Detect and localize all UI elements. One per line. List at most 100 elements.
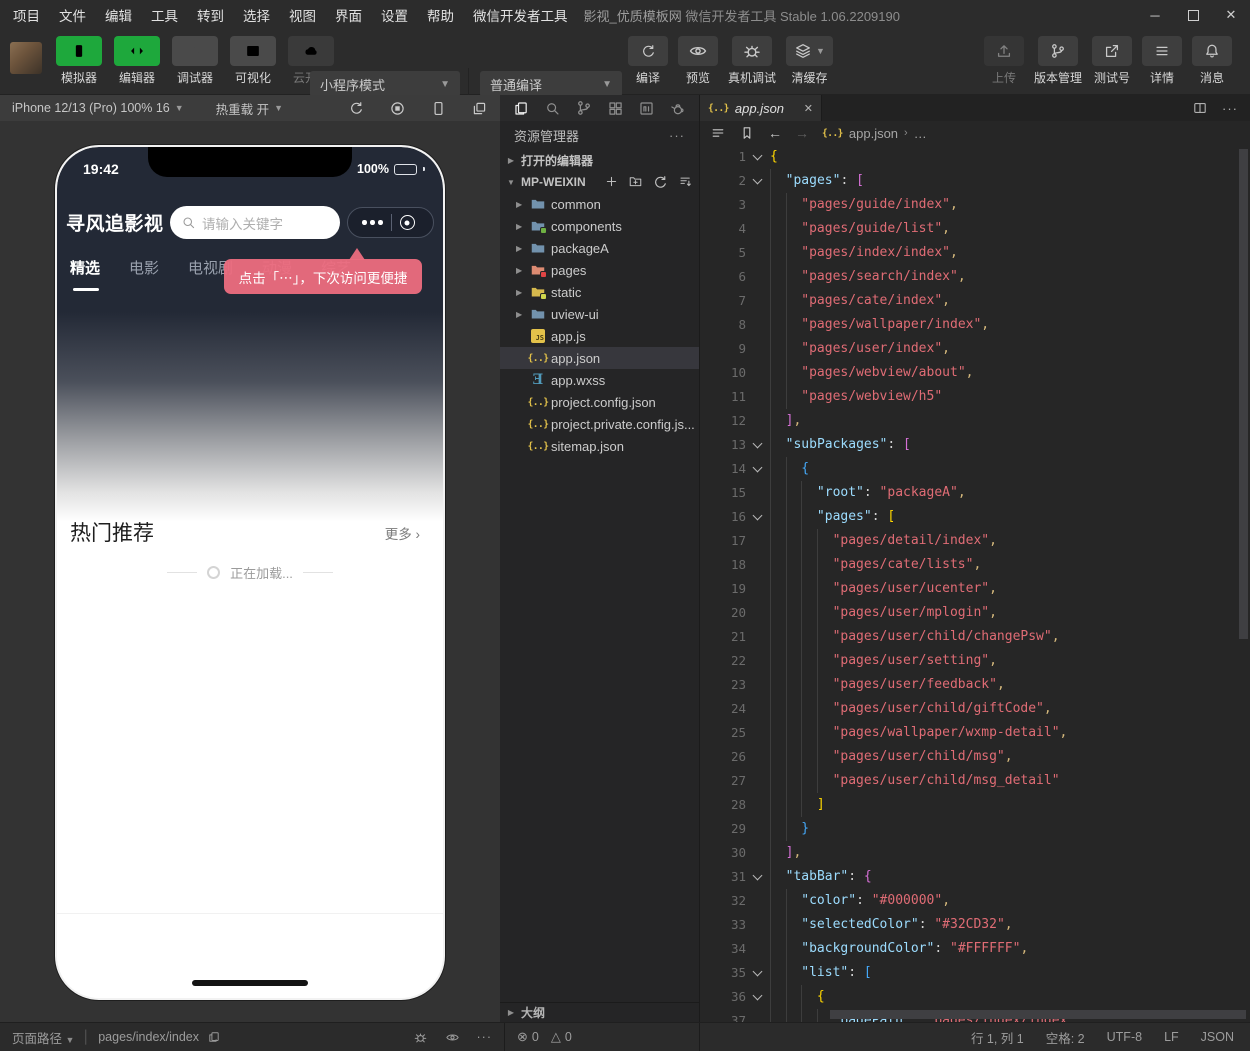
code-line-12[interactable]: 12], [700, 409, 1250, 433]
split-editor-icon[interactable] [1192, 100, 1208, 116]
more-dots-icon[interactable] [362, 220, 383, 225]
code-line-36[interactable]: 36{ [700, 985, 1250, 1009]
tree-item-project.private.config.js...[interactable]: {..}project.private.config.js... [500, 413, 699, 435]
bookmark-icon[interactable] [739, 125, 755, 141]
action-消息[interactable]: 消息 [1192, 36, 1232, 86]
code-line-17[interactable]: 17"pages/detail/index", [700, 529, 1250, 553]
menu-帮助[interactable]: 帮助 [427, 5, 454, 25]
code-line-2[interactable]: 2"pages": [ [700, 169, 1250, 193]
more-actions-icon[interactable]: ··· [669, 128, 685, 143]
action-测试号[interactable]: 测试号 [1092, 36, 1132, 86]
tree-item-project.config.json[interactable]: {..}project.config.json [500, 391, 699, 413]
breadcrumb[interactable]: {..} app.json › … [822, 126, 927, 141]
fold-chevron-icon[interactable] [746, 505, 770, 529]
exit-target-icon[interactable] [400, 215, 415, 230]
tree-item-components[interactable]: ▶components [500, 215, 699, 237]
tab-app-json[interactable]: {..} app.json ✕ [700, 95, 822, 121]
code-line-34[interactable]: 34"backgroundColor": "#FFFFFF", [700, 937, 1250, 961]
code-line-11[interactable]: 11"pages/webview/h5" [700, 385, 1250, 409]
project-root-section[interactable]: ▼ MP-WEIXIN [500, 171, 699, 193]
collapse-all-icon[interactable] [678, 174, 693, 191]
code-line-23[interactable]: 23"pages/user/feedback", [700, 673, 1250, 697]
code-area[interactable]: 1{2"pages": [3"pages/guide/index",4"page… [700, 145, 1250, 1022]
toolbar-button-可视化[interactable]: 可视化 [229, 36, 277, 86]
problems-status[interactable]: ⊗ 0 △ 0 [505, 1023, 700, 1051]
close-icon[interactable]: ✕ [804, 102, 813, 115]
action-编译[interactable]: 编译 [628, 36, 668, 86]
menu-微信开发者工具[interactable]: 微信开发者工具 [473, 5, 568, 25]
minimize-button[interactable]: ─ [1136, 0, 1174, 30]
code-line-22[interactable]: 22"pages/user/setting", [700, 649, 1250, 673]
restart-icon[interactable] [348, 100, 365, 117]
code-line-33[interactable]: 33"selectedColor": "#32CD32", [700, 913, 1250, 937]
search-icon[interactable] [544, 100, 561, 117]
phone-tab-精选[interactable]: 精选 [70, 257, 100, 278]
page-path-selector[interactable]: 页面路径 ▼ [12, 1028, 74, 1047]
menu-文件[interactable]: 文件 [59, 5, 86, 25]
code-line-3[interactable]: 3"pages/guide/index", [700, 193, 1250, 217]
toolbar-button-调试器[interactable]: 调试器 [171, 36, 219, 86]
tree-item-packageA[interactable]: ▶packageA [500, 237, 699, 259]
code-line-6[interactable]: 6"pages/search/index", [700, 265, 1250, 289]
cursor-position[interactable]: 行 1, 列 1 [971, 1028, 1024, 1047]
tree-item-pages[interactable]: ▶pages [500, 259, 699, 281]
tree-item-app.js[interactable]: JSapp.js [500, 325, 699, 347]
extensions-icon[interactable] [607, 100, 624, 117]
menu-转到[interactable]: 转到 [197, 5, 224, 25]
multi-window-icon[interactable] [471, 100, 488, 117]
fold-chevron-icon[interactable] [746, 433, 770, 457]
compile-mode-dropdown[interactable]: 普通编译 ▼ [480, 71, 622, 97]
back-arrow-icon[interactable]: ← [768, 125, 782, 141]
code-line-21[interactable]: 21"pages/user/child/changePsw", [700, 625, 1250, 649]
preview-eye-icon[interactable] [445, 1030, 460, 1045]
action-详情[interactable]: 详情 [1142, 36, 1182, 86]
code-line-15[interactable]: 15"root": "packageA", [700, 481, 1250, 505]
code-line-20[interactable]: 20"pages/user/mplogin", [700, 601, 1250, 625]
indentation-setting[interactable]: 空格: 2 [1046, 1028, 1085, 1047]
code-line-1[interactable]: 1{ [700, 145, 1250, 169]
action-版本管理[interactable]: 版本管理 [1034, 36, 1082, 86]
toolbar-button-编辑器[interactable]: 编辑器 [113, 36, 161, 86]
maximize-button[interactable] [1174, 0, 1212, 30]
code-line-30[interactable]: 30], [700, 841, 1250, 865]
copy-icon[interactable] [207, 1030, 221, 1044]
code-line-9[interactable]: 9"pages/user/index", [700, 337, 1250, 361]
more-actions-icon[interactable]: ··· [1222, 101, 1238, 116]
close-button[interactable]: ✕ [1212, 0, 1250, 30]
refresh-icon[interactable] [652, 174, 669, 191]
fold-chevron-icon[interactable] [746, 865, 770, 889]
open-editors-section[interactable]: ▶ 打开的编辑器 [500, 149, 699, 171]
code-line-32[interactable]: 32"color": "#000000", [700, 889, 1250, 913]
code-line-4[interactable]: 4"pages/guide/list", [700, 217, 1250, 241]
fold-chevron-icon[interactable] [746, 961, 770, 985]
home-indicator[interactable] [192, 980, 308, 986]
code-line-18[interactable]: 18"pages/cate/lists", [700, 553, 1250, 577]
code-line-31[interactable]: 31"tabBar": { [700, 865, 1250, 889]
mode-dropdown[interactable]: 小程序模式 ▼ [310, 71, 460, 97]
menu-工具[interactable]: 工具 [151, 5, 178, 25]
outline-section[interactable]: ▶ 大纲 [500, 1002, 699, 1022]
code-line-27[interactable]: 27"pages/user/child/msg_detail" [700, 769, 1250, 793]
code-line-28[interactable]: 28] [700, 793, 1250, 817]
code-line-35[interactable]: 35"list": [ [700, 961, 1250, 985]
list-icon[interactable] [710, 125, 726, 141]
encoding-setting[interactable]: UTF-8 [1107, 1030, 1142, 1044]
hot-reload-toggle[interactable]: 热重载 开 ▼ [216, 99, 283, 118]
code-line-10[interactable]: 10"pages/webview/about", [700, 361, 1250, 385]
fold-chevron-icon[interactable] [746, 457, 770, 481]
menu-编辑[interactable]: 编辑 [105, 5, 132, 25]
new-folder-icon[interactable] [628, 174, 643, 191]
device-selector[interactable]: iPhone 12/13 (Pro) 100% 16 ▼ [12, 101, 184, 115]
eol-setting[interactable]: LF [1164, 1030, 1179, 1044]
vconsole-bug-icon[interactable] [413, 1030, 428, 1045]
code-line-13[interactable]: 13"subPackages": [ [700, 433, 1250, 457]
action-清缓存[interactable]: ▼清缓存 [786, 36, 833, 86]
code-line-14[interactable]: 14{ [700, 457, 1250, 481]
code-line-19[interactable]: 19"pages/user/ucenter", [700, 577, 1250, 601]
fold-chevron-icon[interactable] [746, 985, 770, 1009]
horizontal-scrollbar[interactable] [830, 1010, 1246, 1019]
more-actions-icon[interactable]: ··· [477, 1030, 493, 1044]
new-file-icon[interactable] [604, 174, 619, 191]
device-frame-icon[interactable] [430, 100, 447, 117]
code-line-8[interactable]: 8"pages/wallpaper/index", [700, 313, 1250, 337]
